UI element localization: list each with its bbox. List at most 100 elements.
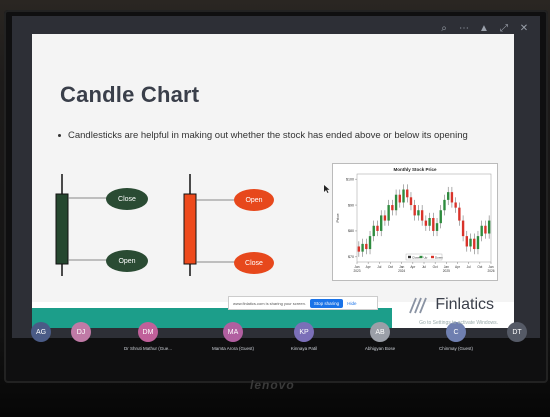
down-candle: [413, 205, 416, 216]
slide-title: Candle Chart: [60, 82, 200, 107]
participant-tile[interactable]: DM Dr Shruti Mathur (Gue...: [108, 316, 188, 364]
legend-swatch: [419, 255, 423, 259]
participant-name: Mamta Arora (Guest): [211, 346, 254, 351]
zoom-icon[interactable]: ⌕: [438, 22, 450, 34]
participant-tile[interactable]: AB Abhigyan Bose: [350, 316, 410, 364]
down-candle: [432, 218, 435, 231]
red-open-label: Open: [234, 189, 274, 211]
bullet-dot: [58, 133, 61, 137]
share-message: www.finlatics.com is sharing your screen…: [233, 300, 306, 306]
participant-tile[interactable]: DJ: [64, 316, 98, 364]
y-axis-label: Price: [335, 213, 340, 223]
x-tick-label: Jul: [467, 265, 471, 269]
down-candle: [406, 189, 409, 198]
down-candle: [484, 225, 487, 234]
legend-entry: Close: [412, 255, 420, 259]
meeting-window: ⌕ ⋯ ▲ ⤢ ✕ Candle Chart Candlesticks are …: [12, 16, 540, 351]
down-candle: [458, 207, 461, 221]
hide-button[interactable]: Hide: [347, 301, 356, 306]
stop-sharing-button[interactable]: Stop sharing: [309, 298, 344, 308]
green-candle-body: [55, 193, 69, 265]
participant-tile[interactable]: DT: [500, 316, 534, 364]
participant-tile[interactable]: KP Kinnaya Patil: [274, 316, 334, 364]
up-candle: [476, 236, 480, 250]
up-candle: [417, 210, 420, 216]
pin-icon[interactable]: ▲: [478, 22, 490, 34]
expand-icon[interactable]: ⤢: [498, 22, 510, 34]
red-candle-body: [183, 193, 197, 265]
down-candle: [461, 220, 465, 237]
close-icon[interactable]: ✕: [518, 22, 530, 34]
up-candle: [394, 194, 398, 211]
chart-title: Monthly Stock Price: [393, 167, 437, 172]
y-tick-label: $70: [348, 255, 354, 259]
plot-area: [356, 173, 492, 263]
finlatics-mark-icon: [409, 297, 428, 314]
bullet-text: Candlesticks are helpful in making out w…: [68, 130, 468, 141]
down-candle: [454, 202, 457, 208]
down-candle: [424, 220, 428, 226]
participant-name: Chinmay (Guest): [438, 346, 473, 351]
up-candle: [402, 189, 405, 203]
green-open-label: Open: [106, 250, 148, 272]
down-candle: [409, 197, 413, 206]
down-candle: [473, 238, 476, 250]
x-tick-label: Jul: [377, 265, 381, 269]
up-candle: [447, 192, 450, 200]
x-tick-label: Oct: [477, 265, 482, 269]
finlatics-logo: Finlatics: [408, 296, 494, 314]
up-candle: [469, 238, 472, 247]
candlestick-chart: Monthly Stock Price Price $100 $90 $80 $70 Jan…: [332, 163, 498, 281]
y-tick-label: $80: [348, 229, 354, 233]
avatar: AG: [31, 322, 51, 342]
avatar: KP: [294, 322, 314, 342]
x-tick-year: 2023: [353, 269, 360, 273]
participant-name: Dr Shruti Mathur (Gue...: [123, 346, 172, 351]
windows-activation-watermark: Go to Settings to activate Windows.: [419, 320, 498, 326]
avatar: DJ: [71, 322, 91, 342]
y-tick-label: $90: [348, 203, 354, 207]
monitor: ⌕ ⋯ ▲ ⤢ ✕ Candle Chart Candlesticks are …: [4, 10, 548, 392]
avatar: DT: [507, 322, 527, 342]
down-candle: [450, 192, 454, 203]
avatar: AB: [370, 322, 390, 342]
room-background: ⌕ ⋯ ▲ ⤢ ✕ Candle Chart Candlesticks are …: [0, 0, 550, 417]
up-candle: [435, 223, 439, 231]
down-candle: [465, 236, 468, 247]
up-candle: [361, 243, 364, 252]
down-candle: [383, 215, 387, 221]
participant-tile[interactable]: AG: [24, 316, 58, 364]
slide-bullet: Candlesticks are helpful in making out w…: [58, 130, 468, 141]
monitor-brand-logo: lenovo: [250, 378, 295, 392]
red-close-label: Close: [234, 252, 274, 274]
legend-entry: Up: [424, 255, 428, 259]
down-candle: [376, 225, 379, 231]
participant-tile[interactable]: MA Mamta Arora (Guest): [198, 316, 268, 364]
up-candle: [387, 205, 390, 221]
x-tick-year: 2025: [443, 269, 450, 273]
up-candle: [439, 210, 442, 224]
chart-canvas: Monthly Stock PricePrice$100$90$80$70Jan…: [335, 167, 495, 273]
down-candle: [365, 243, 368, 250]
legend-entry: Down: [435, 255, 443, 259]
x-tick-label: Apr: [455, 265, 461, 269]
legend-swatch: [408, 255, 411, 259]
up-candle: [428, 218, 431, 226]
legend-swatch: [431, 255, 434, 259]
down-candle: [357, 246, 361, 252]
x-tick-label: Oct: [433, 265, 438, 269]
more-icon[interactable]: ⋯: [458, 22, 470, 34]
down-candle: [420, 210, 424, 221]
up-candle: [368, 236, 372, 250]
x-tick-year: 2024: [398, 269, 405, 273]
green-close-label: Close: [106, 188, 148, 210]
finlatics-wordmark: Finlatics: [435, 296, 494, 313]
avatar: DM: [138, 322, 158, 342]
up-candle: [480, 225, 483, 237]
up-candle: [380, 215, 383, 231]
x-tick-label: Jul: [422, 265, 426, 269]
participant-name: Abhigyan Bose: [364, 346, 396, 351]
up-candle: [487, 220, 491, 234]
avatar: MA: [223, 322, 243, 342]
y-tick-label: $100: [346, 177, 354, 181]
